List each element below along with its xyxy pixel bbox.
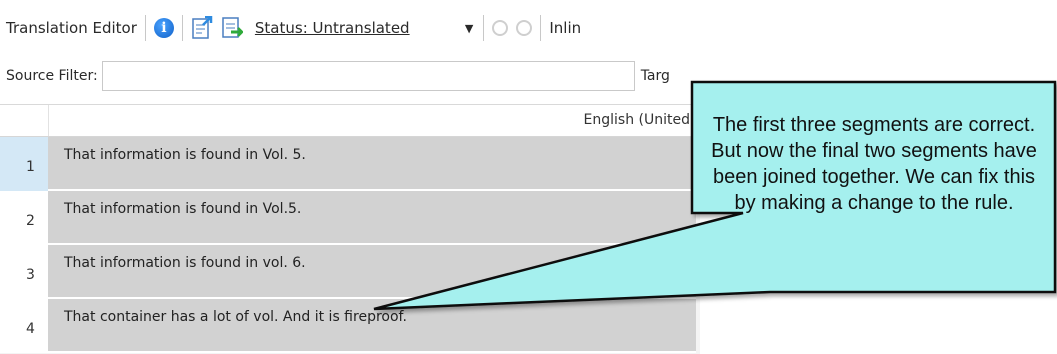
info-icon[interactable]: i	[153, 18, 174, 38]
segment-text: That container has a lot of vol. And it …	[64, 309, 407, 325]
import-document-icon[interactable]	[221, 16, 244, 40]
toolbar: Translation Editor i Status: Untranslate…	[0, 0, 700, 56]
segment-cell[interactable]: That container has a lot of vol. And it …	[48, 299, 696, 353]
editor-title: Translation Editor	[6, 19, 137, 37]
status-filter-dropdown[interactable]: Status: Untranslated	[255, 19, 465, 37]
segment-cell[interactable]: That information is found in Vol.5.	[48, 191, 696, 245]
row-number: 2	[0, 191, 48, 245]
grid-header: English (United	[0, 105, 700, 137]
source-filter-input[interactable]	[101, 61, 635, 91]
previous-segment-icon[interactable]	[492, 20, 509, 36]
toolbar-separator	[540, 15, 542, 41]
callout-text: The first three segments are correct. Bu…	[711, 114, 1037, 214]
translation-editor-panel: Translation Editor i Status: Untranslate…	[0, 0, 700, 354]
chevron-down-icon[interactable]: ▼	[465, 22, 473, 35]
export-document-icon[interactable]	[191, 15, 213, 40]
toolbar-separator	[144, 15, 146, 41]
segment-cell[interactable]: That information is found in vol. 6.	[48, 245, 696, 299]
row-number: 1	[0, 137, 48, 191]
inline-tags-label[interactable]: Inlin	[549, 19, 581, 37]
toolbar-separator	[483, 15, 485, 41]
source-filter-label: Source Filter:	[6, 68, 98, 84]
toolbar-separator	[181, 15, 183, 41]
segment-grid: English (United 1 That information is fo…	[0, 104, 700, 354]
table-row[interactable]: 4 That container has a lot of vol. And i…	[0, 299, 700, 353]
row-number: 3	[0, 245, 48, 299]
table-row[interactable]: 2 That information is found in Vol.5.	[0, 191, 700, 245]
target-filter-label: Targ	[640, 68, 670, 84]
table-row[interactable]: 1 That information is found in Vol. 5.	[0, 137, 700, 191]
segment-text: That information is found in vol. 6.	[64, 255, 306, 271]
segment-text: That information is found in Vol.5.	[64, 201, 302, 217]
row-number: 4	[0, 299, 48, 353]
segment-cell[interactable]: That information is found in Vol. 5.	[48, 137, 696, 191]
segment-text: That information is found in Vol. 5.	[64, 147, 306, 163]
next-segment-icon[interactable]	[516, 20, 533, 36]
row-number-header	[0, 105, 49, 136]
table-row[interactable]: 3 That information is found in vol. 6.	[0, 245, 700, 299]
filter-row: Source Filter: Targ	[0, 56, 700, 96]
source-language-column-header[interactable]: English (United	[584, 112, 690, 128]
